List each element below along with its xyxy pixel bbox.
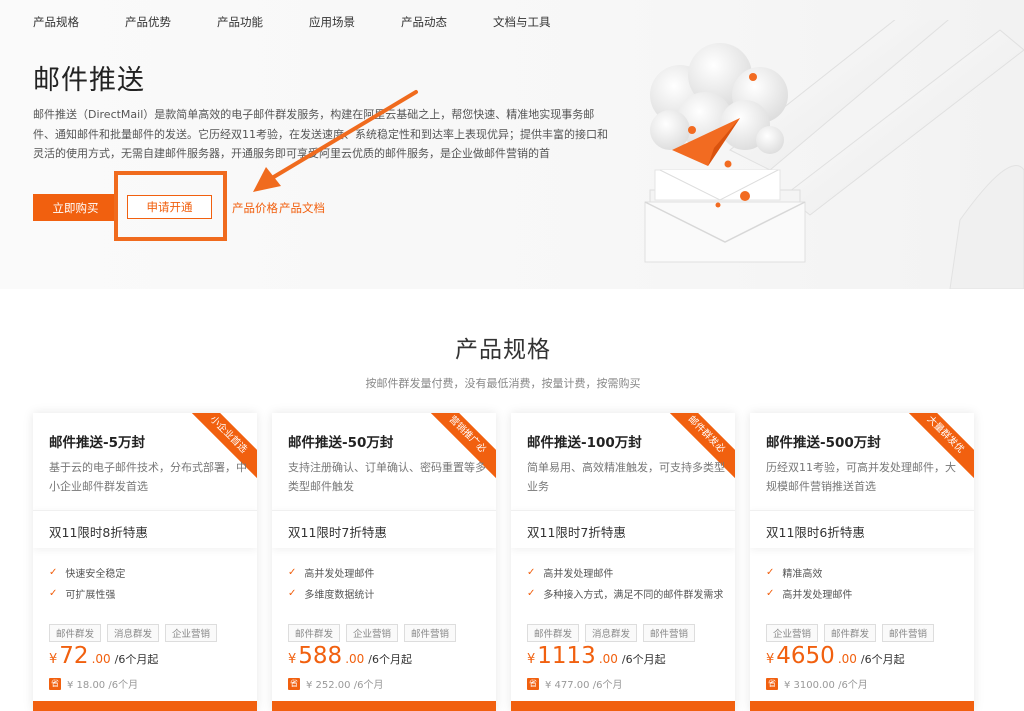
tag-list: 企业营销 邮件群发 邮件营销 [766, 624, 940, 642]
feature-item: ✓ 高并发处理邮件 [288, 567, 375, 580]
tag: 消息群发 [585, 624, 638, 642]
tag: 邮件群发 [288, 624, 341, 642]
plan-name: 邮件推送-100万封 [527, 435, 642, 451]
promo-band: 双11限时7折特惠 [272, 510, 496, 548]
hero-banner: 产品规格 产品优势 产品功能 应用场景 产品动态 文档与工具 邮件推送 邮件推送… [0, 0, 1024, 289]
plan-name: 邮件推送-500万封 [766, 435, 881, 451]
check-icon: ✓ [527, 588, 536, 599]
tag: 邮件群发 [824, 624, 877, 642]
save-badge-icon: 省 [527, 677, 539, 690]
tag: 邮件营销 [404, 624, 457, 642]
promo-band: 双11限时8折特惠 [33, 510, 257, 548]
tag: 企业营销 [766, 624, 819, 642]
plan-desc: 简单易用、高效精准触发，可支持多类型业务 [527, 461, 725, 493]
check-icon: ✓ [288, 567, 297, 578]
save-badge-icon: 省 [766, 677, 778, 690]
feature-item: ✓ 精准高效 [766, 567, 823, 580]
savings-line: 省 ¥ 477.00 /6个月 [527, 677, 623, 691]
tag: 消息群发 [107, 624, 160, 642]
check-icon: ✓ [527, 567, 536, 578]
plan-price: ¥4650.00/6个月起 [766, 643, 905, 669]
save-badge-icon: 省 [49, 677, 61, 690]
promo-text: 双11限时7折特惠 [527, 525, 626, 540]
tag: 邮件营销 [643, 624, 696, 642]
tag: 邮件群发 [49, 624, 102, 642]
section-title: 产品规格 [455, 337, 551, 363]
check-icon: ✓ [766, 588, 775, 599]
plan-desc: 历经双11考验，可高并发处理邮件，大规模邮件营销推送首选 [766, 461, 956, 493]
savings-line: 省 ¥ 3100.00 /6个月 [766, 677, 868, 691]
plan-desc: 基于云的电子邮件技术，分布式部署，中小企业邮件群发首选 [49, 461, 247, 493]
plan-price: ¥1113.00/6个月起 [527, 643, 666, 669]
feature-item: ✓ 多种接入方式，满足不同的邮件群发需求 [527, 588, 724, 601]
check-icon: ✓ [766, 567, 775, 578]
plan-desc: 支持注册确认、订单确认、密码重置等多类型邮件触发 [288, 461, 486, 493]
tag: 邮件营销 [882, 624, 935, 642]
check-icon: ✓ [49, 588, 58, 599]
email-illustration [644, 20, 1024, 289]
tag-list: 邮件群发 企业营销 邮件营销 [288, 624, 462, 642]
tag: 邮件群发 [527, 624, 580, 642]
card-buy-bar[interactable] [750, 701, 974, 711]
plan-card-500k[interactable]: 营销推广必 邮件推送-50万封 支持注册确认、订单确认、密码重置等多类型邮件触发… [272, 413, 496, 711]
section-subtitle: 按邮件群发量付费，没有最低消费，按量计费，按需购买 [365, 377, 641, 390]
plan-card-1m[interactable]: 邮件群发必 邮件推送-100万封 简单易用、高效精准触发，可支持多类型业务 双1… [511, 413, 735, 711]
tag-list: 邮件群发 消息群发 企业营销 [49, 624, 223, 642]
plan-name: 邮件推送-50万封 [288, 435, 394, 451]
promo-text: 双11限时8折特惠 [49, 525, 148, 540]
plan-price: ¥588.00/6个月起 [288, 643, 412, 669]
savings-line: 省 ¥ 252.00 /6个月 [288, 677, 384, 691]
promo-text: 双11限时7折特惠 [288, 525, 387, 540]
plan-price: ¥72.00/6个月起 [49, 643, 159, 669]
tag: 企业营销 [165, 624, 218, 642]
save-badge-icon: 省 [288, 677, 300, 690]
feature-item: ✓ 快速安全稳定 [49, 567, 126, 580]
promo-band: 双11限时6折特惠 [750, 510, 974, 548]
check-icon: ✓ [288, 588, 297, 599]
promo-band: 双11限时7折特惠 [511, 510, 735, 548]
card-buy-bar[interactable] [272, 701, 496, 711]
check-icon: ✓ [49, 567, 58, 578]
feature-item: ✓ 高并发处理邮件 [766, 588, 853, 601]
feature-item: ✓ 高并发处理邮件 [527, 567, 614, 580]
savings-line: 省 ¥ 18.00 /6个月 [49, 677, 139, 691]
card-buy-bar[interactable] [33, 701, 257, 711]
card-buy-bar[interactable] [511, 701, 735, 711]
plan-card-5m[interactable]: 大量群发优 邮件推送-500万封 历经双11考验，可高并发处理邮件，大规模邮件营… [750, 413, 974, 711]
tag: 企业营销 [346, 624, 399, 642]
plan-card-50k[interactable]: 小企业首选 邮件推送-5万封 基于云的电子邮件技术，分布式部署，中小企业邮件群发… [33, 413, 257, 711]
tag-list: 邮件群发 消息群发 邮件营销 [527, 624, 701, 642]
promo-text: 双11限时6折特惠 [766, 525, 865, 540]
feature-item: ✓ 可扩展性强 [49, 588, 116, 601]
feature-item: ✓ 多维度数据统计 [288, 588, 375, 601]
plan-name: 邮件推送-5万封 [49, 435, 145, 451]
